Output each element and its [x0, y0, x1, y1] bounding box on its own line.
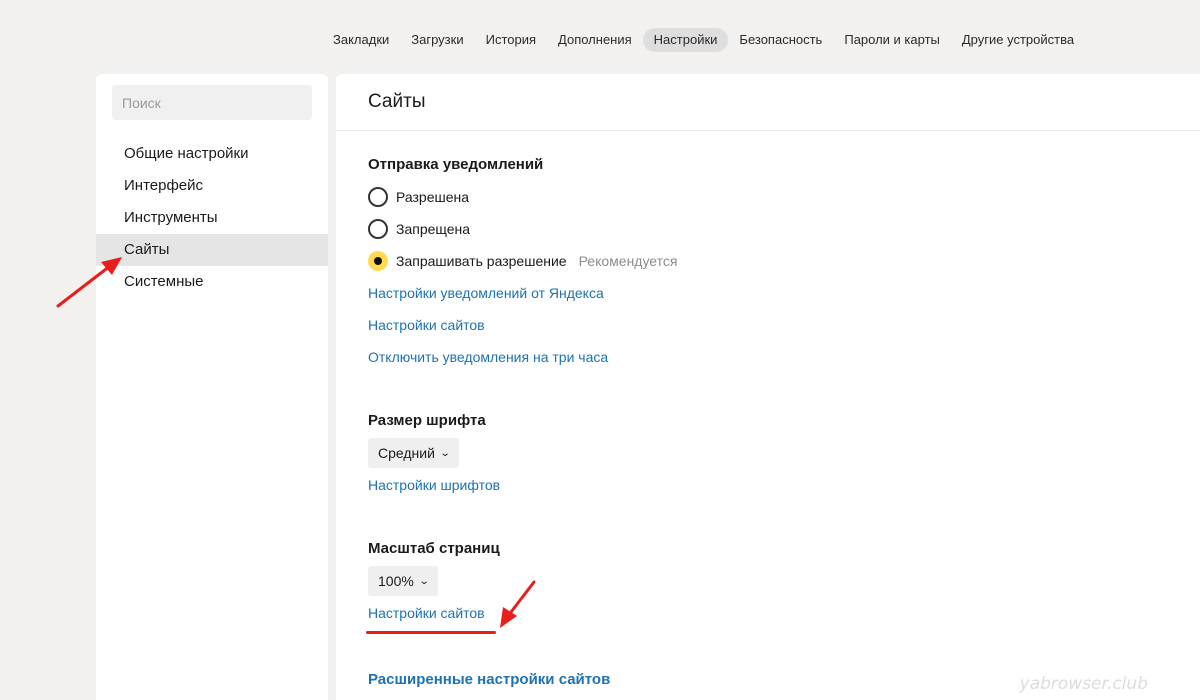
radio-button-checked[interactable] — [368, 251, 388, 271]
radio-button[interactable] — [368, 187, 388, 207]
zoom-site-settings-link[interactable]: Настройки сайтов — [368, 597, 868, 629]
page-title: Сайты — [368, 91, 426, 112]
yandex-notifications-settings-link[interactable]: Настройки уведомлений от Яндекса — [368, 277, 868, 309]
sidebar-item-general[interactable]: Общие настройки — [96, 138, 328, 170]
radio-label: Запрашивать разрешение — [396, 253, 567, 269]
tab-other-devices[interactable]: Другие устройства — [951, 28, 1085, 52]
sidebar-item-interface[interactable]: Интерфейс — [96, 170, 328, 202]
notifications-section: Отправка уведомлений Разрешена Запрещена… — [368, 154, 868, 373]
radio-label: Запрещена — [396, 221, 471, 237]
radio-label: Разрешена — [396, 189, 470, 205]
font-size-section: Размер шрифта Средний ⌄ Настройки шрифто… — [368, 410, 868, 501]
page-zoom-select[interactable]: 100% ⌄ — [368, 566, 439, 596]
tab-bookmarks[interactable]: Закладки — [322, 28, 400, 52]
chevron-down-icon: ⌄ — [439, 447, 451, 459]
radio-blocked[interactable]: Запрещена — [368, 213, 868, 245]
search-input[interactable] — [112, 85, 312, 120]
radio-allowed[interactable]: Разрешена — [368, 181, 868, 213]
font-size-select[interactable]: Средний ⌄ — [368, 438, 460, 468]
page-zoom-section: Масштаб страниц 100% ⌄ Настройки сайтов — [368, 538, 868, 629]
font-size-title: Размер шрифта — [368, 412, 486, 429]
annotation-underline — [366, 631, 496, 634]
page-zoom-value: 100% — [378, 573, 414, 589]
advanced-site-settings-link[interactable]: Расширенные настройки сайтов — [368, 664, 868, 696]
settings-main-panel: Сайты Отправка уведомлений Разрешена Зап… — [336, 74, 1200, 700]
annotation-arrow-sidebar — [56, 257, 122, 308]
sidebar-item-tools[interactable]: Инструменты — [96, 202, 328, 234]
mute-notifications-link[interactable]: Отключить уведомления на три часа — [368, 341, 868, 373]
radio-ask-permission[interactable]: Запрашивать разрешение Рекомендуется — [368, 245, 868, 277]
tab-security[interactable]: Безопасность — [728, 28, 833, 52]
recommended-hint: Рекомендуется — [578, 253, 678, 269]
main-header: Сайты — [336, 74, 1200, 131]
font-settings-link[interactable]: Настройки шрифтов — [368, 469, 868, 501]
chevron-down-icon: ⌄ — [418, 575, 430, 587]
tab-passwords-cards[interactable]: Пароли и карты — [833, 28, 951, 52]
notifications-title: Отправка уведомлений — [368, 156, 544, 173]
radio-button[interactable] — [368, 219, 388, 239]
tab-settings[interactable]: Настройки — [642, 28, 729, 52]
tab-downloads[interactable]: Загрузки — [400, 28, 474, 52]
tab-extensions[interactable]: Дополнения — [547, 28, 643, 52]
tab-history[interactable]: История — [475, 28, 547, 52]
settings-sidebar: Общие настройки Интерфейс Инструменты Са… — [96, 74, 328, 700]
advanced-section: Расширенные настройки сайтов — [368, 664, 868, 696]
annotation-arrow-zoom-link — [500, 580, 536, 628]
top-navigation: Закладки Загрузки История Дополнения Нас… — [322, 28, 1085, 52]
watermark-text: yabrowser.club — [1019, 674, 1148, 694]
font-size-value: Средний — [378, 445, 435, 461]
page-zoom-title: Масштаб страниц — [368, 540, 500, 557]
site-settings-link[interactable]: Настройки сайтов — [368, 309, 868, 341]
